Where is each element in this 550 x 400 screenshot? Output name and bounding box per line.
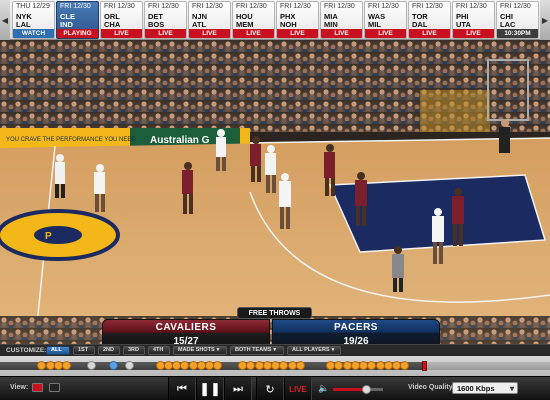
filter-2nd-button[interactable]: 2ND: [98, 346, 120, 355]
view-small-icon[interactable]: [32, 383, 43, 392]
game-date: FRI 12/30: [192, 3, 223, 10]
game-tile-nyk-lal[interactable]: THU 12/29 NYK LAL WATCH: [12, 1, 55, 39]
game-status-badge[interactable]: LIVE: [409, 29, 450, 38]
scoreboard-prev-arrow-icon[interactable]: ◀: [0, 0, 10, 40]
game-status-badge[interactable]: LIVE: [101, 29, 142, 38]
filter-4th-button[interactable]: 4TH: [148, 346, 170, 355]
game-status-badge[interactable]: LIVE: [453, 29, 494, 38]
game-tile-chi-lac[interactable]: FRI 12/30 CHI LAC 10:30PM: [496, 1, 539, 39]
volume-icon[interactable]: 🔈: [318, 383, 329, 394]
scoreboard-next-arrow-icon[interactable]: ▶: [540, 0, 550, 40]
game-date: FRI 12/30: [412, 3, 443, 10]
game-status-badge[interactable]: WATCH: [13, 29, 54, 38]
game-date: FRI 12/30: [500, 3, 531, 10]
timeline-event-marker[interactable]: [62, 361, 71, 370]
free-throws-scorebox: CAVALIERS 15/27 PACERS 19/26 FREE THROWS: [102, 307, 442, 344]
home-team-name: PACERS: [334, 322, 378, 333]
volume-level: [333, 388, 366, 391]
game-date: FRI 12/30: [60, 3, 91, 10]
game-team-home: NOH: [280, 20, 297, 29]
away-free-throws: 15/27: [173, 336, 199, 344]
sponsor-text: Australian G: [150, 135, 210, 146]
game-status-badge[interactable]: LIVE: [145, 29, 186, 38]
game-date: FRI 12/30: [324, 3, 355, 10]
game-status-badge[interactable]: 10:30PM: [497, 29, 538, 38]
game-team-home: DAL: [412, 20, 428, 29]
home-free-throws: 19/26: [343, 336, 369, 344]
game-date: FRI 12/30: [236, 3, 267, 10]
pause-icon[interactable]: ❚❚: [196, 377, 224, 400]
timeline-playhead[interactable]: [421, 361, 427, 371]
game-scoreboard: ◀ THU 12/29 NYK LAL WATCH FRI 12/30 CLE IND PLA…: [0, 0, 550, 40]
game-date: FRI 12/30: [368, 3, 399, 10]
volume-knob[interactable]: [361, 385, 371, 394]
fast-forward-icon[interactable]: ⏭: [224, 377, 252, 400]
view-label: View:: [10, 384, 29, 391]
game-team-home: BOS: [148, 20, 165, 29]
game-team-home: IND: [60, 20, 73, 29]
game-date: FRI 12/30: [280, 3, 311, 10]
game-date: FRI 12/30: [104, 3, 135, 10]
game-list: THU 12/29 NYK LAL WATCH FRI 12/30 CLE IND PLAYI…: [12, 1, 540, 39]
filter-made-shots-dropdown[interactable]: MADE SHOTS: [173, 346, 227, 355]
game-team-home: MIN: [324, 20, 338, 29]
game-tile-mia-min[interactable]: FRI 12/30 MIA MIN LIVE: [320, 1, 363, 39]
free-throws-title: FREE THROWS: [237, 307, 312, 319]
replay-icon[interactable]: ↻: [256, 377, 284, 400]
game-team-home: UTA: [456, 20, 471, 29]
game-date: THU 12/29: [16, 3, 50, 10]
game-date: FRI 12/30: [148, 3, 179, 10]
game-status-badge[interactable]: PLAYING: [57, 29, 98, 38]
customize-label: CUSTOMIZE:: [6, 347, 47, 354]
game-team-home: LAL: [16, 20, 31, 29]
timeline-event-marker[interactable]: [86, 361, 96, 370]
banner-text: YOU CRAVE THE PERFORMANCE YOU NEED: [6, 137, 136, 143]
game-team-home: MIL: [368, 20, 381, 29]
filter-1st-button[interactable]: 1ST: [73, 346, 95, 355]
playback-timeline[interactable]: [0, 356, 550, 376]
game-status-badge[interactable]: LIVE: [233, 29, 274, 38]
away-team-name: CAVALIERS: [155, 322, 217, 333]
nba-game-player: ◀ THU 12/29 NYK LAL WATCH FRI 12/30 CLE IND PLA…: [0, 0, 550, 400]
timeline-event-marker[interactable]: [295, 361, 305, 370]
customize-buttons: ALL1ST2ND3RD4THMADE SHOTSBOTH TEAMSALL P…: [46, 346, 344, 355]
game-tile-phx-noh[interactable]: FRI 12/30 PHX NOH LIVE: [276, 1, 319, 39]
game-team-home: MEM: [236, 20, 254, 29]
filter-all-players-dropdown[interactable]: ALL PLAYERS: [287, 346, 341, 355]
game-tile-hou-mem[interactable]: FRI 12/30 HOU MEM LIVE: [232, 1, 275, 39]
game-tile-cle-ind[interactable]: FRI 12/30 CLE IND PLAYING: [56, 1, 99, 39]
live-button[interactable]: LIVE: [284, 377, 312, 400]
filter-3rd-button[interactable]: 3RD: [123, 346, 145, 355]
game-tile-tor-dal[interactable]: FRI 12/30 TOR DAL LIVE: [408, 1, 451, 39]
svg-text:P: P: [45, 231, 52, 242]
filter-both-teams-dropdown[interactable]: BOTH TEAMS: [230, 346, 284, 355]
view-large-icon[interactable]: [49, 383, 60, 392]
video-quality-select[interactable]: 1600 Kbps: [452, 382, 518, 394]
game-tile-det-bos[interactable]: FRI 12/30 DET BOS LIVE: [144, 1, 187, 39]
game-tile-njn-atl[interactable]: FRI 12/30 NJN ATL LIVE: [188, 1, 231, 39]
video-quality-label: Video Quality:: [408, 384, 455, 391]
volume-slider[interactable]: [333, 385, 383, 394]
game-status-badge[interactable]: LIVE: [321, 29, 362, 38]
pacers-panel: PACERS 19/26: [272, 319, 440, 344]
game-tile-phi-uta[interactable]: FRI 12/30 PHI UTA LIVE: [452, 1, 495, 39]
game-team-home: LAC: [500, 20, 516, 29]
game-status-badge[interactable]: LIVE: [277, 29, 318, 38]
game-date: FRI 12/30: [456, 3, 487, 10]
game-status-badge[interactable]: LIVE: [365, 29, 406, 38]
video-player[interactable]: YOU CRAVE THE PERFORMANCE YOU NEED Austr…: [0, 40, 550, 344]
timeline-event-marker[interactable]: [108, 361, 118, 370]
game-tile-was-mil[interactable]: FRI 12/30 WAS MIL LIVE: [364, 1, 407, 39]
filter-all-button[interactable]: ALL: [46, 346, 70, 355]
game-team-home: ATL: [192, 20, 207, 29]
customize-bar: CUSTOMIZE: ALL1ST2ND3RD4THMADE SHOTSBOTH…: [0, 344, 550, 356]
player-controls: View: ⏮ ❚❚ ⏭ ↻ LIVE 🔈 Video Quality: 160…: [0, 376, 550, 400]
skip-back-icon[interactable]: ⏮: [168, 377, 196, 400]
game-team-home: CHA: [104, 20, 121, 29]
game-video-frame: YOU CRAVE THE PERFORMANCE YOU NEED Austr…: [0, 40, 550, 344]
cavaliers-panel: CAVALIERS 15/27: [102, 319, 270, 344]
game-status-badge[interactable]: LIVE: [189, 29, 230, 38]
game-tile-orl-cha[interactable]: FRI 12/30 ORL CHA LIVE: [100, 1, 143, 39]
